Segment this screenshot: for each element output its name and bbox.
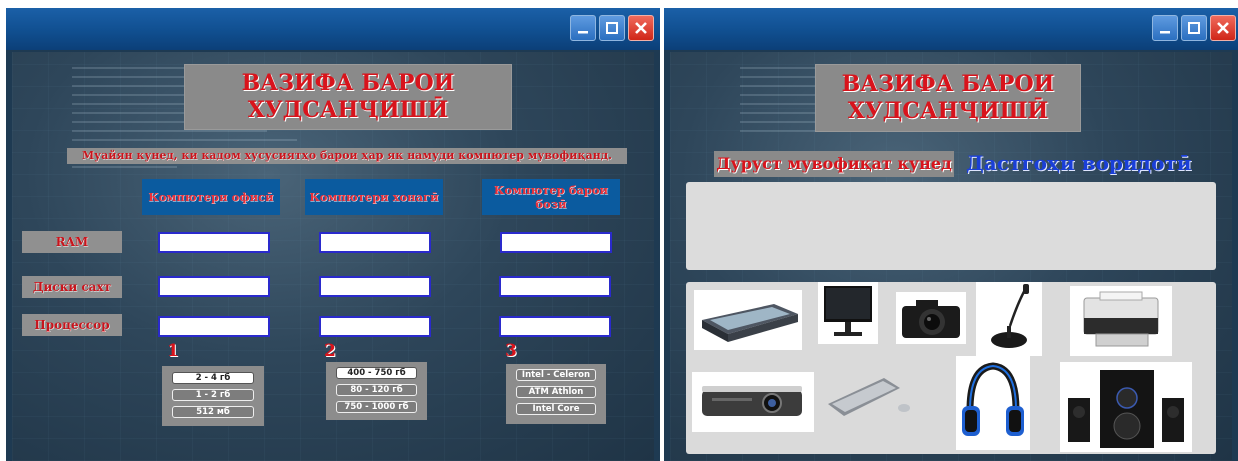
drop-field-ram-gaming[interactable] [500,232,612,253]
option-item[interactable]: 2 - 4 гб [172,372,254,384]
drop-field-hdd-home[interactable] [319,276,431,297]
page-title: ВАЗИФА БАРОИ ХУДСАНҶИШӢ [815,64,1081,132]
column-header-gaming: Компютер барои бозӣ [482,179,620,215]
scanner-image[interactable] [694,290,802,350]
option-item[interactable]: Intel Core [516,403,596,415]
option-item[interactable]: Intel - Celeron [516,369,596,381]
drop-field-ram-office[interactable] [158,232,270,253]
options-panel-cpu: Intel - Celeron ATM Athlon Intel Core [506,364,606,424]
speakers-image[interactable] [1060,362,1192,452]
instruction-text: Муайян кунед, ки кадом хусусиятҳо барои … [67,148,627,164]
close-icon[interactable] [1210,15,1236,41]
minimize-icon[interactable] [1152,15,1178,41]
row-label-ram: RAM [22,231,122,253]
options-panel-ram: 2 - 4 гб 1 - 2 гб 512 мб [162,366,264,426]
headphones-image[interactable] [956,356,1030,450]
left-window: ВАЗИФА БАРОИ ХУДСАНҶИШӢ Муайян кунед, ки… [6,8,660,461]
microphone-image[interactable] [976,282,1042,356]
drop-field-ram-home[interactable] [319,232,431,253]
page-title: ВАЗИФА БАРОИ ХУДСАНҶИШӢ [184,64,512,130]
drop-field-cpu-office[interactable] [158,316,270,337]
title-line-1: ВАЗИФА БАРОИ [241,70,455,96]
option-item[interactable]: 1 - 2 гб [172,389,254,401]
row-label-cpu: Процессор [22,314,122,336]
category-label: Дастгоҳи воридотӣ [966,151,1192,175]
keyboard-image[interactable] [820,368,916,426]
close-icon[interactable] [628,15,654,41]
camera-image[interactable] [896,292,966,344]
right-content: ВАЗИФА БАРОИ ХУДСАНҶИШӢ Дуруст мувофиқат… [670,52,1232,461]
option-item[interactable]: 512 мб [172,406,254,418]
group-number-3: 3 [505,341,517,361]
top-margin [0,0,1238,8]
maximize-icon[interactable] [1181,15,1207,41]
projector-image[interactable] [692,372,814,432]
printer-image[interactable] [1070,286,1172,356]
right-window: ВАЗИФА БАРОИ ХУДСАНҶИШӢ Дуруст мувофиқат… [664,8,1238,461]
option-item[interactable]: 750 - 1000 гб [336,401,417,413]
title-line-2: ХУДСАНҶИШӢ [247,97,449,123]
group-number-1: 1 [167,341,179,361]
group-number-2: 2 [324,341,336,361]
minimize-icon[interactable] [570,15,596,41]
drop-field-hdd-office[interactable] [158,276,270,297]
option-item[interactable]: ATM Athlon [516,386,596,398]
maximize-icon[interactable] [599,15,625,41]
option-item[interactable]: 400 - 750 гб [336,367,417,379]
monitor-image[interactable] [818,282,878,344]
column-header-home: Компютери хонагӣ [305,179,443,215]
drop-field-cpu-home[interactable] [319,316,431,337]
drop-zone[interactable] [686,182,1216,270]
option-item[interactable]: 80 - 120 гб [336,384,417,396]
drop-field-cpu-gaming[interactable] [499,316,611,337]
drop-field-hdd-gaming[interactable] [499,276,611,297]
title-line-2: ХУДСАНҶИШӢ [847,98,1049,124]
row-label-hdd: Диски сахт [22,276,122,298]
title-line-1: ВАЗИФА БАРОИ [841,71,1055,97]
device-gallery [686,282,1216,454]
left-content: ВАЗИФА БАРОИ ХУДСАНҶИШӢ Муайян кунед, ки… [12,52,654,461]
options-panel-hdd: 400 - 750 гб 80 - 120 гб 750 - 1000 гб [326,362,427,420]
right-titlebar [664,8,1238,50]
column-header-office: Компютери офисӣ [142,179,280,215]
instruction-label: Дуруст мувофиқат кунед [714,151,954,177]
left-titlebar [6,8,660,50]
